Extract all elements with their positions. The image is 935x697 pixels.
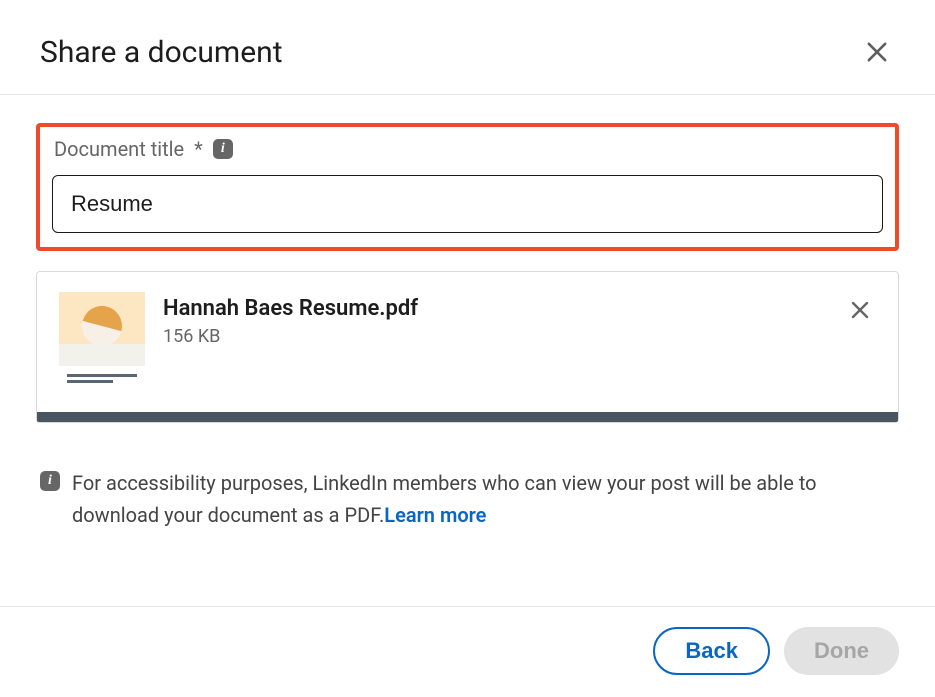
remove-file-icon	[848, 298, 872, 322]
file-meta: Hannah Baes Resume.pdf 156 KB	[163, 292, 826, 347]
note-text: For accessibility purposes, LinkedIn mem…	[72, 467, 895, 531]
close-button[interactable]	[859, 34, 895, 70]
required-indicator: *	[194, 137, 203, 161]
modal-title: Share a document	[40, 35, 283, 70]
done-button[interactable]: Done	[784, 627, 899, 675]
modal-body: Document title * i	[0, 95, 935, 606]
remove-file-button[interactable]	[844, 294, 876, 326]
modal-header: Share a document	[0, 0, 935, 95]
document-thumb-icon	[59, 292, 145, 386]
info-icon[interactable]: i	[213, 139, 233, 159]
file-size: 156 KB	[163, 326, 826, 347]
modal-footer: Back Done	[0, 606, 935, 697]
info-icon: i	[40, 471, 60, 491]
accessibility-note: i For accessibility purposes, LinkedIn m…	[36, 467, 899, 531]
title-label-row: Document title * i	[52, 137, 883, 161]
learn-more-link[interactable]: Learn more	[384, 503, 486, 527]
file-name: Hannah Baes Resume.pdf	[163, 296, 826, 322]
file-row: Hannah Baes Resume.pdf 156 KB	[59, 292, 876, 412]
close-icon	[863, 38, 891, 66]
upload-progress-fill	[37, 412, 898, 422]
document-title-label: Document title	[54, 137, 184, 161]
document-title-section: Document title * i	[36, 123, 899, 251]
document-title-input[interactable]	[52, 175, 883, 233]
back-button[interactable]: Back	[653, 627, 770, 675]
share-document-modal: Share a document Document title * i	[0, 0, 935, 697]
upload-progress	[37, 412, 898, 422]
uploaded-file-card: Hannah Baes Resume.pdf 156 KB	[36, 271, 899, 423]
